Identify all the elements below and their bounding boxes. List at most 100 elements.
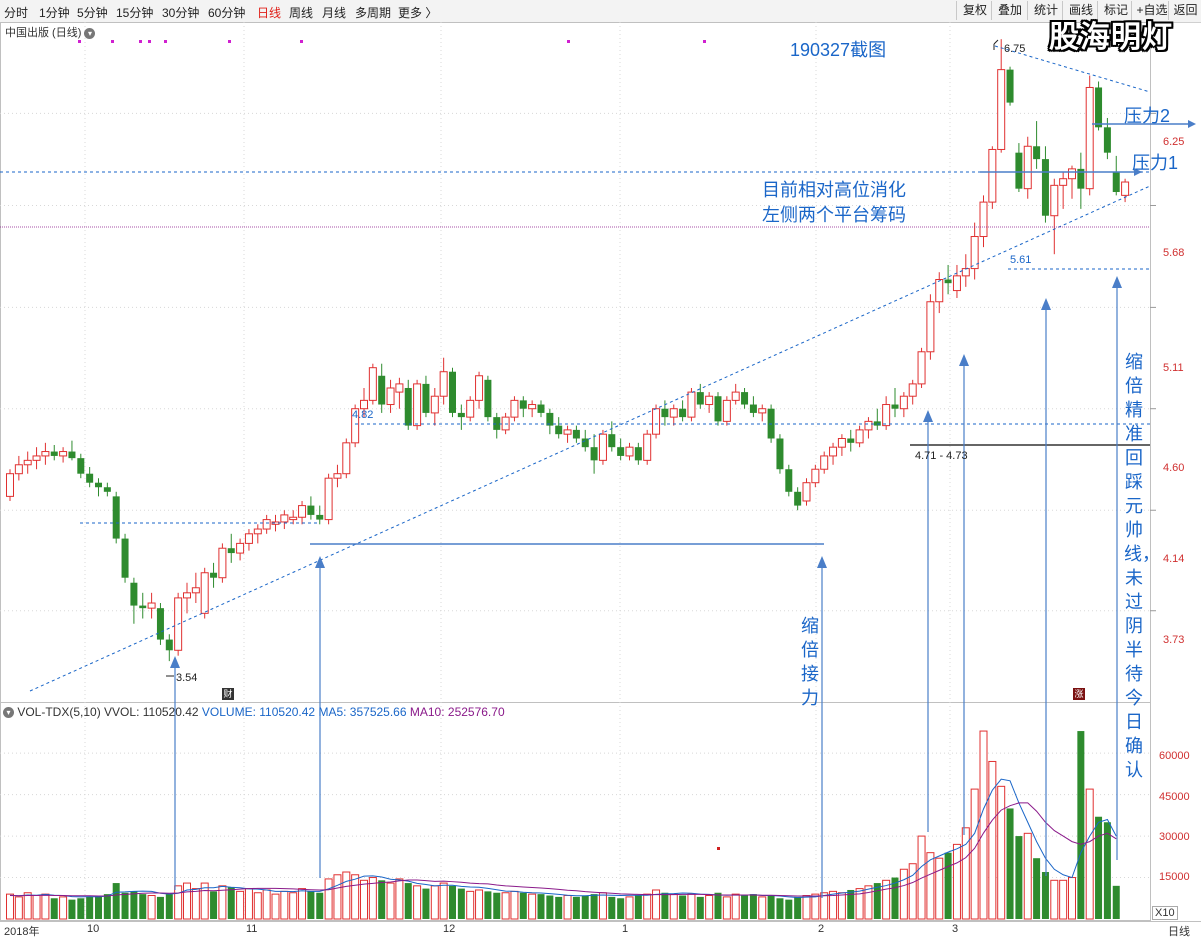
volume-series (6, 730, 1120, 920)
candle-body (581, 438, 589, 448)
candle-body (475, 375, 484, 401)
candle-body (935, 279, 944, 303)
chevron-down-icon[interactable]: ▾ (84, 27, 96, 39)
candle-body (289, 516, 298, 521)
volume-bar (731, 893, 740, 920)
volume-bar (32, 895, 41, 920)
candle-body (864, 420, 873, 431)
candle-body (687, 391, 696, 418)
volume-bar (130, 891, 138, 919)
finance-badge[interactable]: 财 (222, 688, 234, 700)
candle-body (882, 404, 891, 427)
candle-body (86, 473, 94, 483)
volume-bar (236, 890, 245, 920)
volume-bar (528, 893, 537, 920)
arrow-up-icon (170, 656, 180, 668)
settings-icon[interactable]: ▾ (3, 707, 14, 719)
kline-chart[interactable] (0, 0, 1201, 938)
level-label-561: 5.61 (1010, 254, 1032, 266)
candle-body (961, 268, 970, 277)
volume-bar (493, 892, 501, 919)
volume-bar (112, 883, 120, 919)
candle-body (262, 519, 271, 530)
volume-bar (1103, 822, 1111, 919)
volume-bar (714, 892, 722, 919)
candle-body (395, 383, 404, 393)
volume-bar (484, 891, 492, 919)
arrow-up-icon (817, 556, 827, 568)
volume-bar (271, 893, 280, 920)
volume-bar (1050, 879, 1059, 920)
volume-axis-label: 45000 (1159, 791, 1190, 803)
volume-bar (767, 895, 775, 919)
volume-bar (386, 882, 395, 920)
volume-bar (466, 890, 475, 920)
volume-bar (802, 895, 811, 920)
candle-body (6, 473, 14, 497)
candle-body (652, 408, 661, 435)
candle-body (891, 404, 899, 409)
volume-bar (378, 880, 386, 919)
candle-body (696, 392, 704, 405)
candle-body (847, 438, 855, 443)
candle-body (1059, 178, 1068, 186)
candle-body (555, 425, 563, 435)
event-marker (148, 40, 151, 43)
volume-bar (1077, 731, 1085, 919)
volume-bar (1023, 832, 1032, 920)
candle-body (643, 433, 652, 461)
candle-body (537, 404, 545, 413)
candle-body (1068, 168, 1076, 180)
candle-body (156, 608, 164, 640)
volume-bar (634, 895, 642, 919)
limit-up-badge[interactable]: 涨 (1073, 688, 1085, 700)
event-marker (228, 40, 231, 43)
volume-bar (210, 891, 218, 919)
volume-bar (908, 863, 917, 920)
volume-bar (705, 895, 714, 920)
volume-unit: X10 (1152, 906, 1178, 920)
candle-body (669, 408, 678, 418)
volume-bar (1085, 788, 1094, 920)
volume-bar (625, 896, 634, 920)
volume-bar (395, 878, 404, 920)
volume-bar (864, 885, 873, 920)
arrow-up-icon (1112, 276, 1122, 288)
high-price-label: 6.75 (1004, 43, 1026, 55)
candle-body (572, 429, 580, 439)
candle-body (1041, 159, 1049, 216)
candle-body (811, 468, 820, 484)
volume-bar (758, 896, 767, 920)
candle-body (386, 387, 395, 406)
candle-body (68, 451, 76, 459)
candle-body (1023, 145, 1032, 190)
volume-bar (590, 894, 598, 919)
candle-body (484, 379, 492, 418)
volume-bar (191, 888, 200, 920)
arrow-right-icon (1188, 120, 1196, 128)
volume-bar (997, 785, 1006, 920)
candle-body (95, 482, 102, 488)
candle-body (324, 477, 333, 521)
candle-body (802, 482, 811, 502)
candle-body (679, 408, 687, 418)
volume-bar (944, 852, 952, 919)
volume-bar (749, 894, 757, 919)
candle-body (1112, 172, 1120, 193)
candle-body (191, 587, 200, 594)
volume-bar (439, 882, 448, 920)
volume-bar (510, 890, 519, 920)
candle-body (510, 399, 519, 418)
candle-body (917, 351, 926, 385)
candle-body (873, 421, 881, 426)
pressure-1-label: 压力1 (1132, 153, 1179, 173)
candle-body (1015, 152, 1023, 189)
volume-bar (776, 898, 784, 919)
volume-bar (1041, 872, 1049, 919)
volume-bar (617, 898, 625, 919)
candle-body (1103, 127, 1111, 153)
event-marker (164, 40, 167, 43)
volume-bar (23, 892, 32, 920)
volume-bar (1015, 836, 1023, 919)
candle-body (1095, 87, 1103, 128)
